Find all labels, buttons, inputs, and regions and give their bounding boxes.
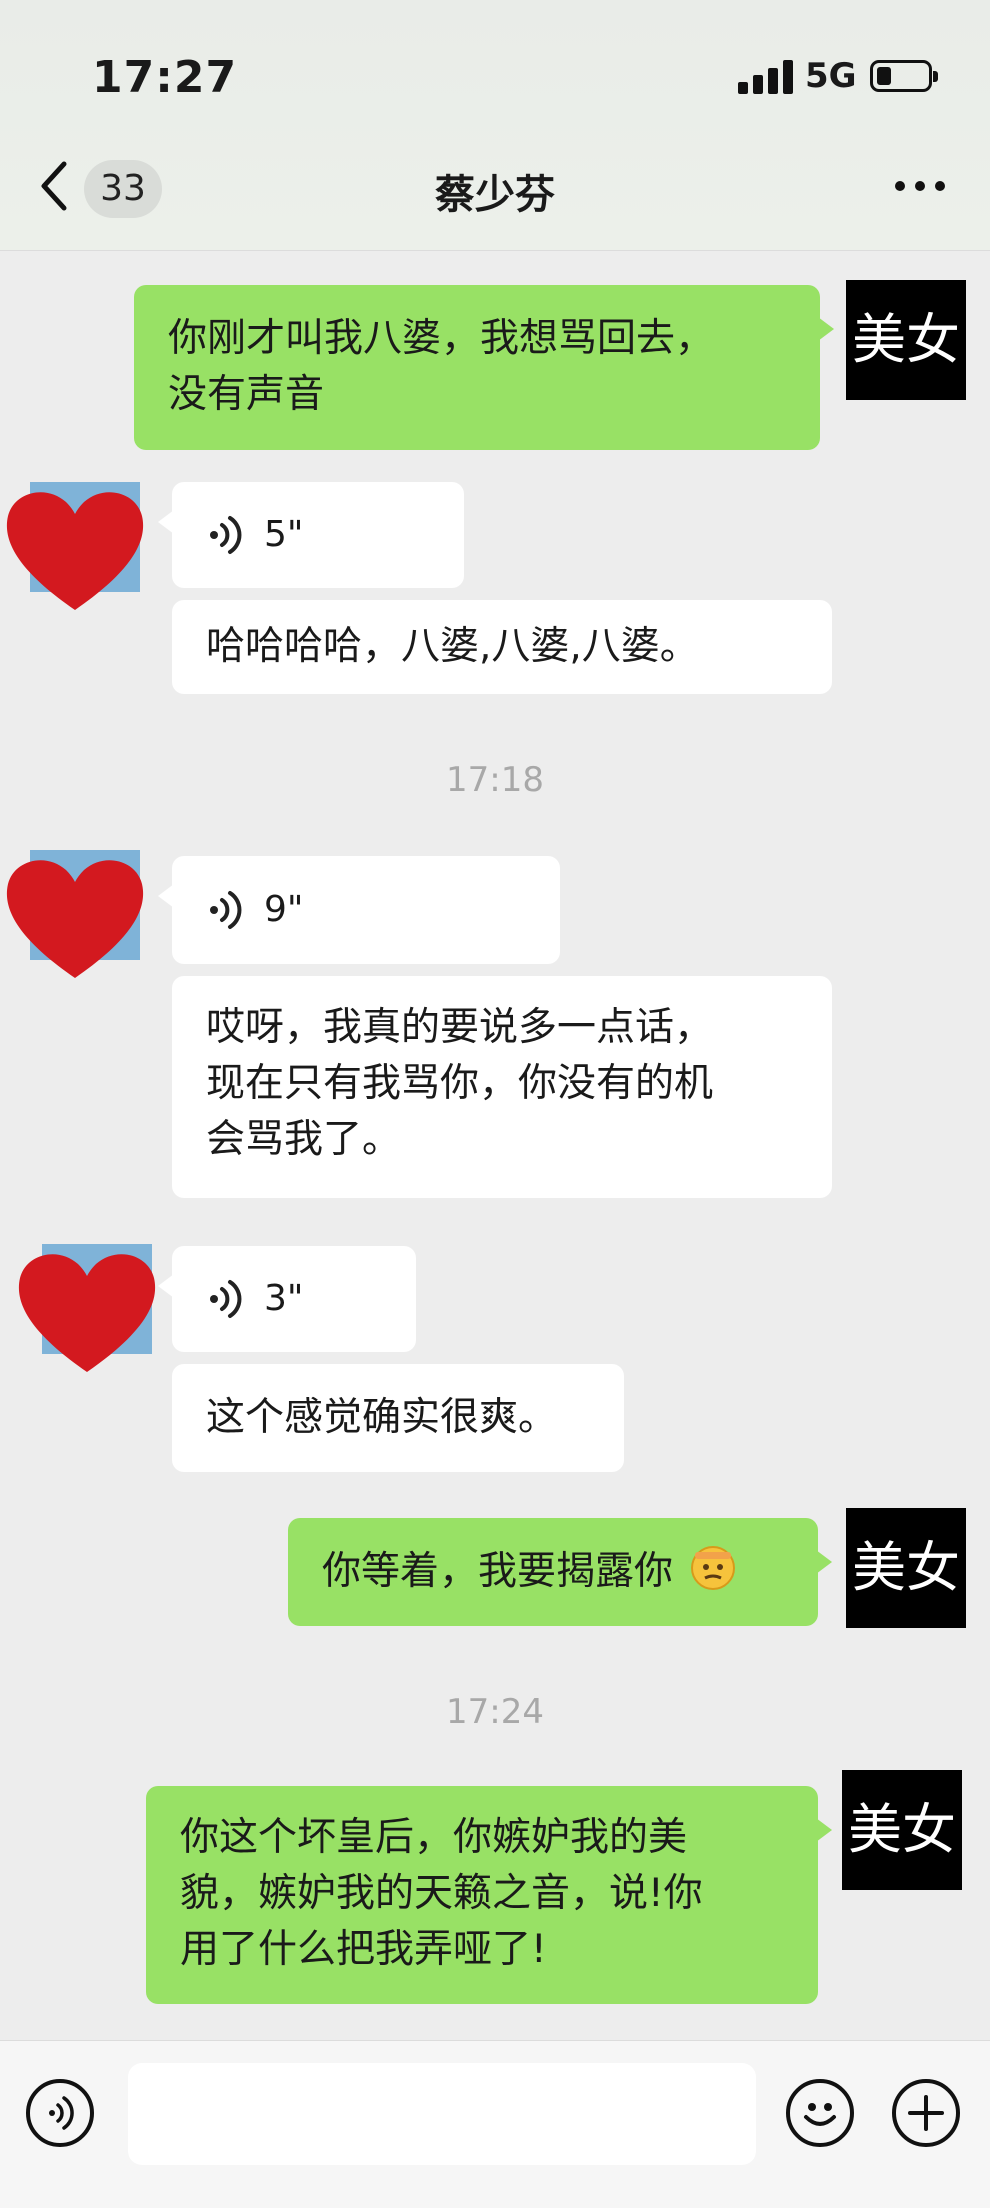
status-time: 17:27 xyxy=(92,52,238,103)
voice-message[interactable]: 3" xyxy=(158,1246,416,1352)
emoji-icon xyxy=(691,1546,736,1590)
battery-icon xyxy=(870,60,938,92)
timestamp: 17:18 xyxy=(446,760,544,800)
timestamp: 17:24 xyxy=(446,1692,544,1732)
input-bar xyxy=(0,2040,990,2208)
heart-avatar[interactable] xyxy=(0,480,150,620)
voice-message[interactable]: 5" xyxy=(158,482,464,588)
emoji-face-icon xyxy=(804,2103,836,2126)
my-avatar[interactable]: 美女 xyxy=(846,1508,966,1628)
more-button[interactable] xyxy=(892,160,948,216)
message-line: 现在只有我骂你，你没有的机 xyxy=(206,1061,714,1106)
message-line: 用了什么把我弄哑了! xyxy=(180,1927,547,1972)
plus-icon xyxy=(908,2095,944,2131)
heart-avatar[interactable] xyxy=(0,848,150,988)
top-bar: 17:27 5G 33 蔡少芬 xyxy=(0,0,990,251)
chat-title: 蔡少芬 xyxy=(435,172,555,218)
heart-avatar[interactable] xyxy=(12,1242,162,1382)
message-input[interactable] xyxy=(128,2063,756,2165)
message-line: 哎呀，我真的要说多一点话， xyxy=(206,1005,714,1050)
voice-wave-icon xyxy=(49,2096,74,2130)
sent-message[interactable]: 你等着，我要揭露你 xyxy=(288,1518,832,1626)
voice-duration: 5" xyxy=(264,514,304,555)
voice-duration: 9" xyxy=(264,889,304,930)
network-label: 5G xyxy=(805,56,857,96)
voice-duration: 3" xyxy=(264,1278,304,1319)
voice-wave-icon xyxy=(210,891,242,929)
message-line: 你等着，我要揭露你 xyxy=(322,1549,674,1594)
message-line: 这个感觉确实很爽。 xyxy=(206,1395,558,1440)
message-line: 你这个坏皇后，你嫉妒我的美 xyxy=(180,1815,688,1860)
received-message[interactable]: 哈哈哈哈，八婆,八婆,八婆。 xyxy=(172,600,832,694)
signal-icon xyxy=(738,60,794,94)
voice-wave-icon xyxy=(210,516,242,554)
message-line: 你刚才叫我八婆，我想骂回去， xyxy=(168,316,715,361)
sent-message[interactable]: 你刚才叫我八婆，我想骂回去， 没有声音 xyxy=(134,285,834,450)
message-line: 会骂我了。 xyxy=(206,1117,402,1162)
plus-button[interactable] xyxy=(892,2079,960,2147)
sent-message[interactable]: 你这个坏皇后，你嫉妒我的美 貌，嫉妒我的天籁之音，说!你 用了什么把我弄哑了! xyxy=(146,1786,832,2004)
voice-wave-icon xyxy=(210,1280,242,1318)
voice-message[interactable]: 9" xyxy=(158,856,560,964)
voice-input-button[interactable] xyxy=(26,2079,94,2147)
my-avatar[interactable]: 美女 xyxy=(846,280,966,400)
received-message[interactable]: 这个感觉确实很爽。 xyxy=(172,1364,624,1472)
message-line: 哈哈哈哈，八婆,八婆,八婆。 xyxy=(206,624,699,669)
emoji-button[interactable] xyxy=(786,2079,854,2147)
message-line: 没有声音 xyxy=(168,372,325,417)
more-dots-icon xyxy=(895,181,945,191)
received-message[interactable]: 哎呀，我真的要说多一点话， 现在只有我骂你，你没有的机 会骂我了。 xyxy=(172,976,832,1198)
my-avatar[interactable]: 美女 xyxy=(842,1770,962,1890)
message-line: 貌，嫉妒我的天籁之音，说!你 xyxy=(180,1871,703,1916)
